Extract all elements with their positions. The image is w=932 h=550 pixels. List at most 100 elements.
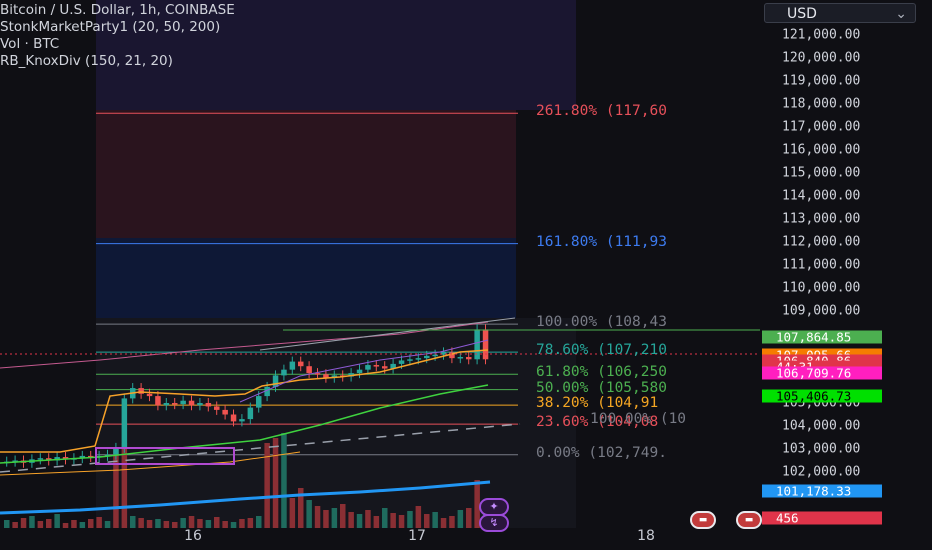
candle-body bbox=[398, 360, 405, 364]
volume-bar bbox=[390, 513, 396, 528]
candle-body bbox=[155, 396, 161, 406]
volume-bar bbox=[29, 516, 35, 528]
volume-bar bbox=[20, 518, 27, 528]
volume-bar bbox=[222, 521, 228, 528]
price-badge: 101,178.33 bbox=[762, 484, 882, 498]
price-tick: 121,000.00 bbox=[782, 27, 861, 43]
time-tick: 18 bbox=[637, 528, 655, 544]
us-flag-event-icon-2[interactable]: ▬ bbox=[736, 511, 762, 529]
volume-bar bbox=[281, 433, 287, 528]
price-tick: 110,000.00 bbox=[782, 280, 861, 296]
price-badge: 106,709.76 bbox=[762, 366, 882, 380]
candle-body bbox=[432, 354, 438, 357]
price-tick: 102,000.00 bbox=[782, 464, 861, 480]
candle-body bbox=[214, 406, 220, 410]
volume-bar bbox=[79, 522, 86, 528]
volume-bar bbox=[314, 506, 321, 528]
candle-body bbox=[239, 419, 245, 422]
candle-body bbox=[222, 409, 228, 415]
candle-body bbox=[281, 369, 287, 376]
fib-zone-161 bbox=[96, 238, 516, 318]
candle-body bbox=[180, 400, 186, 405]
candle-body bbox=[205, 403, 212, 407]
price-axis[interactable]: USD ⌄ 121,000.00 120,000.00 119,000.00 118,… bbox=[760, 0, 932, 550]
price-tick: 117,000.00 bbox=[782, 119, 861, 135]
volume-bar bbox=[247, 518, 254, 528]
candle-body bbox=[163, 403, 170, 406]
currency-selector[interactable]: USD ⌄ bbox=[764, 3, 916, 23]
volume-bar bbox=[466, 508, 472, 528]
volume-bar bbox=[155, 519, 161, 528]
chart-window: Bitcoin / U.S. Dollar, 1h, COINBASE Ston… bbox=[0, 0, 932, 550]
fib-level-label: 50.00% (105,580 bbox=[536, 379, 667, 396]
candle-body bbox=[482, 329, 489, 360]
volume-bar bbox=[146, 520, 153, 528]
candle-body bbox=[247, 407, 254, 420]
volume-bar bbox=[457, 510, 464, 528]
fib-label-secondary: 100.00% (10 bbox=[590, 411, 687, 427]
fib-level-label: 0.00% (102,749. bbox=[536, 444, 667, 461]
candle-body bbox=[382, 366, 388, 369]
volume-bar bbox=[340, 504, 346, 528]
candle-body bbox=[138, 388, 144, 394]
candle-body bbox=[37, 458, 44, 460]
volume-bar bbox=[62, 523, 69, 528]
volume-bar bbox=[188, 516, 195, 528]
price-tick: 119,000.00 bbox=[782, 73, 861, 89]
candle-body bbox=[474, 329, 480, 360]
volume-bar bbox=[180, 518, 186, 528]
candle-body bbox=[272, 375, 279, 387]
candle-body bbox=[121, 398, 128, 448]
price-tick: 103,000.00 bbox=[782, 441, 861, 457]
indicator-bolt-icon[interactable]: ↯ bbox=[479, 514, 509, 532]
price-tick: 109,000.00 bbox=[782, 303, 861, 319]
candle-body bbox=[466, 357, 472, 360]
volume-bar bbox=[12, 522, 18, 528]
price-badge: 456 bbox=[762, 511, 882, 525]
volume-bar bbox=[398, 515, 405, 528]
price-chart[interactable] bbox=[0, 0, 760, 550]
indicator-stonk[interactable]: StonkMarketParty1 (20, 50, 200) bbox=[0, 19, 235, 36]
volume-bar bbox=[323, 510, 329, 528]
candle-body bbox=[424, 355, 430, 359]
candle-body bbox=[230, 414, 237, 422]
price-tick: 113,000.00 bbox=[782, 211, 861, 227]
volume-bar bbox=[121, 443, 128, 528]
price-tick: 116,000.00 bbox=[782, 142, 861, 158]
volume-bar bbox=[37, 521, 44, 528]
price-tick: 120,000.00 bbox=[782, 50, 861, 66]
candle-body bbox=[298, 361, 304, 367]
volume-bar bbox=[256, 516, 262, 528]
fib-level-label: 78.60% (107,210 bbox=[536, 342, 667, 359]
chevron-down-icon: ⌄ bbox=[895, 6, 907, 22]
volume-bar bbox=[306, 500, 312, 528]
volume-bar bbox=[46, 519, 52, 528]
volume-bar bbox=[197, 519, 203, 528]
chart-legend: Bitcoin / U.S. Dollar, 1h, COINBASE Ston… bbox=[0, 2, 235, 70]
volume-bar bbox=[382, 508, 388, 528]
volume-bar bbox=[264, 443, 270, 528]
volume-bar bbox=[415, 506, 422, 528]
fib-zone-lower bbox=[96, 318, 576, 528]
fib-level-label: 100.00% (108,43 bbox=[536, 314, 667, 331]
fib-level-label: 38.20% (104,91 bbox=[536, 395, 659, 412]
candle-body bbox=[172, 403, 178, 405]
volume-bar bbox=[424, 514, 430, 528]
candle-body bbox=[306, 366, 312, 374]
volume-bar bbox=[331, 508, 338, 528]
fib-level-label: 261.80% (117,60 bbox=[536, 103, 667, 120]
price-tick: 114,000.00 bbox=[782, 188, 861, 204]
volume-bar bbox=[54, 514, 60, 528]
volume-bar bbox=[205, 520, 212, 528]
us-flag-event-icon[interactable]: ▬ bbox=[690, 511, 716, 529]
volume-bar bbox=[449, 516, 455, 528]
volume-bar bbox=[71, 520, 77, 528]
volume-bar bbox=[130, 516, 136, 528]
indicator-volume[interactable]: Vol · BTC bbox=[0, 36, 235, 53]
indicator-knoxdiv[interactable]: RB_KnoxDiv (150, 21, 20) bbox=[0, 53, 235, 70]
symbol-title[interactable]: Bitcoin / U.S. Dollar, 1h, COINBASE bbox=[0, 2, 235, 19]
candle-body bbox=[197, 403, 203, 406]
volume-bar bbox=[172, 522, 178, 528]
candle-body bbox=[289, 361, 296, 370]
volume-bar bbox=[113, 448, 119, 528]
